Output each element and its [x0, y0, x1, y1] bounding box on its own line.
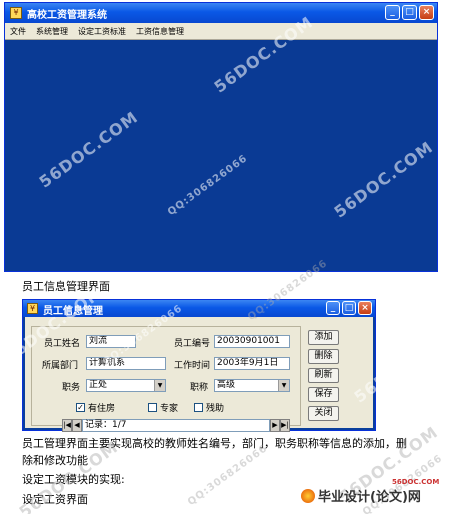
menu-salary-standard[interactable]: 设定工资标准 [73, 26, 131, 37]
chevron-down-icon[interactable]: ▼ [278, 380, 289, 391]
menu-bar: 文件 系统管理 设定工资标准 工资信息管理 [5, 23, 437, 40]
first-record-button[interactable]: |◀ [62, 419, 72, 432]
label-dept: 所属部门 [42, 361, 79, 371]
dialog-app-icon: ¥ [27, 303, 38, 314]
menu-system[interactable]: 系统管理 [31, 26, 73, 37]
footer-site: 56DOC.COM [392, 478, 440, 486]
dialog-close-button[interactable]: × [358, 301, 372, 315]
checkbox-aid-label: 残助 [206, 404, 225, 414]
paragraph-1: 员工管理界面主要实现高校的教师姓名编号，部门，职务职称等信息的添加，删 [22, 437, 407, 450]
dialog-title: 员工信息管理 [43, 306, 103, 317]
position-value: 正处 [89, 380, 108, 390]
position-select[interactable]: 正处 ▼ [86, 379, 166, 392]
checkbox-housing[interactable]: ✓ 有住房 [76, 401, 115, 414]
label-title: 职称 [190, 383, 209, 393]
maximize-button[interactable]: □ [402, 5, 417, 20]
dialog-maximize-button[interactable]: □ [342, 301, 356, 315]
label-position: 职务 [62, 383, 81, 393]
close-button[interactable]: × [419, 5, 434, 20]
main-client-area [5, 40, 437, 271]
label-name: 员工姓名 [44, 339, 81, 349]
watermark-qq: QQ:306826066 [185, 442, 270, 509]
checkbox-aid[interactable]: 残助 [194, 401, 224, 414]
checkbox-empty-icon [148, 403, 157, 412]
check-icon: ✓ [76, 403, 85, 412]
dialog-title-bar[interactable]: ¥ 员工信息管理 _ □ × [23, 300, 375, 317]
main-window: ¥ 高校工资管理系统 _ □ × 文件 系统管理 设定工资标准 工资信息管理 [4, 2, 438, 272]
menu-salary-info[interactable]: 工资信息管理 [131, 26, 189, 37]
refresh-button[interactable]: 刷新 [308, 368, 339, 383]
title-value: 高级 [217, 380, 236, 390]
close-dialog-button[interactable]: 关闭 [308, 406, 339, 421]
checkbox-housing-label: 有住房 [88, 404, 116, 414]
minimize-button[interactable]: _ [385, 5, 400, 20]
checkbox-expert-label: 专家 [160, 404, 179, 414]
paragraph-2: 除和修改功能 [22, 454, 88, 467]
label-id: 员工编号 [174, 339, 211, 349]
name-field[interactable]: 刘流 [86, 335, 136, 348]
save-button[interactable]: 保存 [308, 387, 339, 402]
caption-employee-info: 员工信息管理界面 [22, 280, 110, 293]
paragraph-3: 设定工资模块的实现: [22, 473, 125, 486]
next-record-button[interactable]: ▶ [270, 419, 280, 432]
dialog-form: 员工姓名 刘流 员工编号 20030901001 所属部门 计算机系 工作时间 … [25, 317, 373, 432]
chevron-down-icon[interactable]: ▼ [154, 380, 165, 391]
add-button[interactable]: 添加 [308, 330, 339, 345]
work-time-field[interactable]: 2003年9月1日 [214, 357, 290, 370]
app-icon: ¥ [10, 7, 22, 19]
id-field[interactable]: 20030901001 [214, 335, 290, 348]
logo-icon [301, 489, 315, 503]
main-window-title: 高校工资管理系统 [27, 10, 107, 21]
delete-button[interactable]: 删除 [308, 349, 339, 364]
dept-field[interactable]: 计算机系 [86, 357, 166, 370]
dialog-minimize-button[interactable]: _ [326, 301, 340, 315]
footer-logo: 毕业设计(论文)网 [301, 486, 421, 505]
menu-file[interactable]: 文件 [5, 26, 31, 37]
prev-record-button[interactable]: ◀ [72, 419, 82, 432]
label-work-time: 工作时间 [174, 361, 211, 371]
last-record-button[interactable]: ▶| [280, 419, 290, 432]
checkbox-empty-icon [194, 403, 203, 412]
paragraph-4: 设定工资界面 [22, 493, 88, 506]
main-title-bar[interactable]: ¥ 高校工资管理系统 _ □ × [5, 3, 437, 23]
footer-logo-text: 毕业设计(论文)网 [318, 490, 421, 505]
record-navigator: |◀ ◀ 记录：1/7 ▶ ▶| [62, 419, 290, 432]
checkbox-expert[interactable]: 专家 [148, 401, 178, 414]
info-panel: 员工姓名 刘流 员工编号 20030901001 所属部门 计算机系 工作时间 … [31, 326, 301, 432]
employee-dialog: ¥ 员工信息管理 _ □ × 员工姓名 刘流 员工编号 20030901001 … [22, 299, 376, 432]
record-indicator: 记录：1/7 [82, 419, 270, 432]
title-select[interactable]: 高级 ▼ [214, 379, 290, 392]
